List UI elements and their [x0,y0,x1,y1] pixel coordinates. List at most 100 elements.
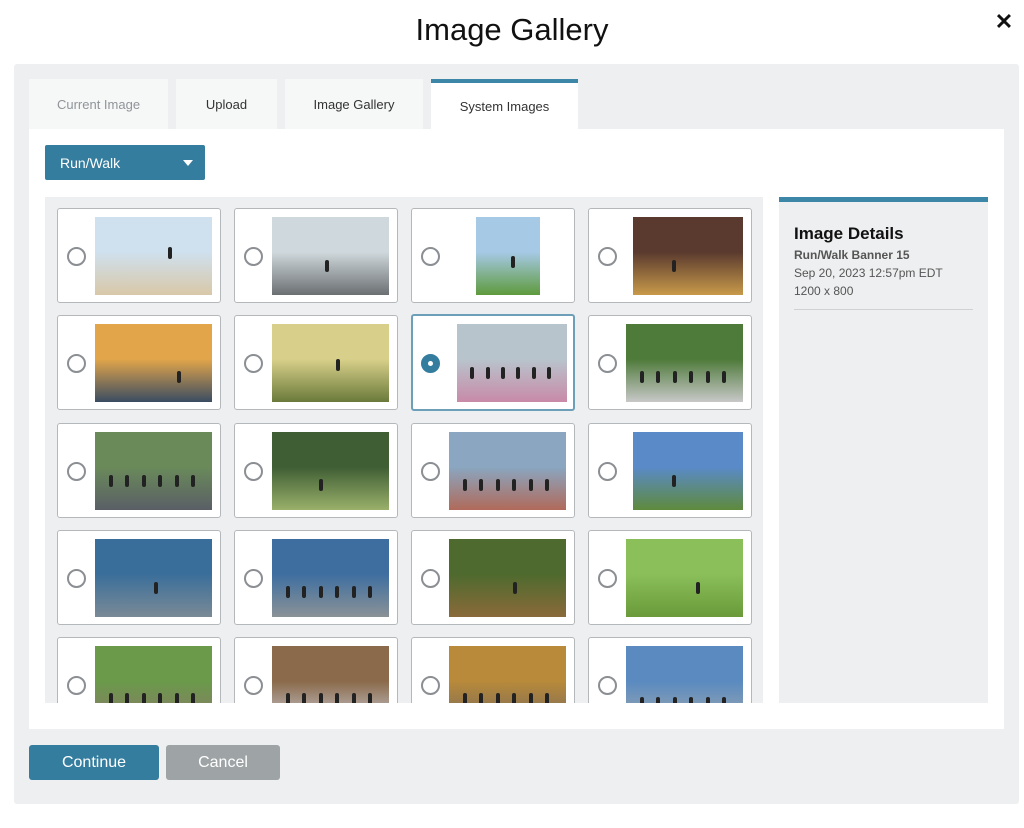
modal-title: Image Gallery [415,12,609,47]
gallery-card[interactable] [57,315,221,410]
gallery-radio[interactable] [67,247,86,266]
thumbnail-figure [640,696,645,703]
gallery-radio[interactable] [598,247,617,266]
gallery-radio[interactable] [421,569,440,588]
gallery-card[interactable] [57,208,221,303]
thumbnail-figure [318,692,323,703]
gallery-card[interactable] [588,637,752,703]
tab-image-gallery[interactable]: Image Gallery [285,79,423,129]
thumbnail-figure [689,696,694,703]
gallery-card[interactable] [588,315,752,410]
gallery-radio[interactable] [244,676,263,695]
gallery-thumbnail [449,432,566,510]
gallery-card[interactable] [234,423,398,518]
gallery-thumbnail [476,217,540,295]
thumbnail-figure [335,585,340,598]
thumbnail-figure [470,366,475,379]
image-grid-scroll[interactable] [45,197,763,703]
thumbnail-figure [672,696,677,703]
gallery-radio[interactable] [244,354,263,373]
gallery-radio[interactable] [67,569,86,588]
thumbnail-figure [696,581,701,594]
gallery-radio[interactable] [598,462,617,481]
gallery-radio[interactable] [67,354,86,373]
gallery-radio[interactable] [67,676,86,695]
gallery-card[interactable] [411,530,575,625]
thumbnail-figure [511,256,516,268]
thumbnail-figure [531,366,536,379]
gallery-thumbnail [272,432,389,510]
gallery-thumbnail [95,324,212,402]
thumbnail-figure [109,692,114,703]
gallery-radio[interactable] [244,569,263,588]
gallery-radio[interactable] [598,676,617,695]
thumbnail-figure [336,359,341,372]
thumbnail-figure [109,474,114,487]
gallery-card[interactable] [411,423,575,518]
thumbnail-figure [190,692,195,703]
thumbnail-figure [176,370,181,383]
gallery-radio[interactable] [598,354,617,373]
category-select-value: Run/Walk [60,154,121,171]
thumbnail-figure [705,696,710,703]
thumbnail-figure [302,692,307,703]
thumbnail-figure [516,366,521,379]
gallery-radio[interactable] [421,462,440,481]
gallery-card[interactable] [57,423,221,518]
gallery-radio[interactable] [598,569,617,588]
tab-upload[interactable]: Upload [176,79,277,129]
details-image-name: Run/Walk Banner 15 [794,248,910,262]
thumbnail-figure [125,474,130,487]
tab-current-image[interactable]: Current Image [29,79,168,129]
thumbnail-figure [367,585,372,598]
thumbnail-figure [141,474,146,487]
gallery-radio[interactable] [244,247,263,266]
gallery-radio[interactable] [244,462,263,481]
tab-system-images[interactable]: System Images [431,79,578,129]
gallery-card[interactable] [588,208,752,303]
gallery-card[interactable] [411,637,575,703]
gallery-card[interactable] [57,637,221,703]
thumbnail-figure [640,370,645,383]
continue-button[interactable]: Continue [29,745,159,780]
gallery-thumbnail [626,646,743,703]
thumbnail-figure [495,692,500,703]
gallery-card[interactable] [234,530,398,625]
tab-panel: Run/Walk Image Details Run/Walk Banner 1… [29,129,1004,729]
caret-down-icon [183,160,193,166]
thumbnail-figure [528,478,533,491]
thumbnail-figure [286,585,291,598]
thumbnail-figure [501,366,505,379]
gallery-card[interactable] [588,423,752,518]
thumbnail-figure [141,692,146,703]
thumbnail-figure [167,246,172,259]
gallery-thumbnail [272,217,389,295]
thumbnail-figure [367,692,372,703]
gallery-radio[interactable] [421,247,440,266]
category-select[interactable]: Run/Walk [45,145,205,180]
gallery-thumbnail [633,432,743,510]
details-divider [794,309,973,310]
gallery-radio[interactable] [421,354,440,373]
cancel-button[interactable]: Cancel [166,745,280,780]
thumbnail-figure [463,478,468,491]
gallery-thumbnail [95,646,212,703]
gallery-thumbnail [95,217,212,295]
thumbnail-figure [174,474,179,487]
gallery-card[interactable] [411,208,575,303]
gallery-card[interactable] [234,208,398,303]
close-icon[interactable]: ✕ [992,10,1016,34]
thumbnail-figure [158,692,163,703]
gallery-radio[interactable] [421,676,440,695]
gallery-card[interactable] [57,530,221,625]
thumbnail-figure [351,692,356,703]
gallery-card[interactable] [234,637,398,703]
gallery-radio[interactable] [67,462,86,481]
gallery-card[interactable] [588,530,752,625]
thumbnail-figure [721,370,726,383]
thumbnail-figure [125,692,130,703]
thumbnail-figure [513,581,518,594]
gallery-card[interactable] [411,314,575,411]
gallery-card[interactable] [234,315,398,410]
thumbnail-figure [705,370,710,383]
